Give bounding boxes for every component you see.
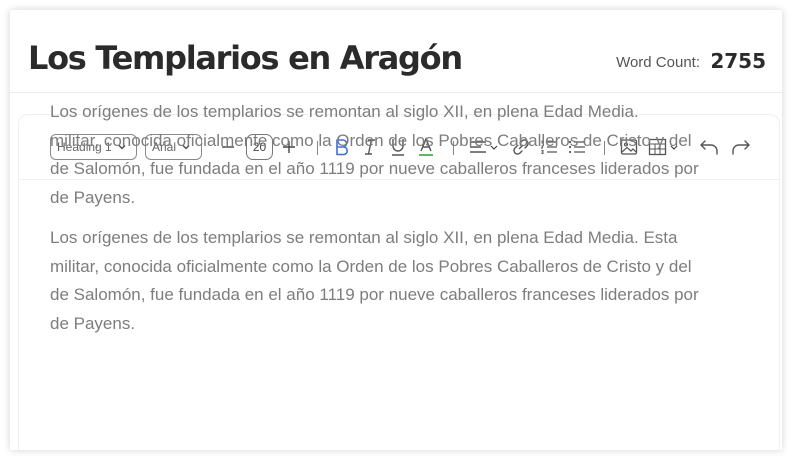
text-line: militar, conocida oficialmente como la O… <box>50 130 692 150</box>
word-count-label: Word Count: <box>616 54 700 71</box>
text-line: de Payens. <box>50 187 136 207</box>
text-line: Los orígenes de los templarios se remont… <box>50 228 678 247</box>
text-line: de Salomón, fue fundada en el año 1119 p… <box>50 159 699 178</box>
text-line: militar, conocida oficialmente como la O… <box>50 256 692 276</box>
document-card: Los Templarios en Aragón Word Count: 275… <box>10 10 782 450</box>
text-line: Los orígenes de los templarios se remont… <box>50 102 639 121</box>
document-header: Los Templarios en Aragón Word Count: 275… <box>10 10 782 93</box>
text-line: de Salomón, fue fundada en el año 1119 p… <box>50 285 699 304</box>
editor-content[interactable]: Los orígenes de los templarios se remont… <box>50 98 782 350</box>
paragraph: Los orígenes de los templarios se remont… <box>50 224 782 338</box>
word-count-value: 2755 <box>710 49 766 73</box>
text-line: de Payens. <box>50 313 136 333</box>
paragraph: Los orígenes de los templarios se remont… <box>50 98 782 212</box>
document-title[interactable]: Los Templarios en Aragón <box>28 38 463 78</box>
